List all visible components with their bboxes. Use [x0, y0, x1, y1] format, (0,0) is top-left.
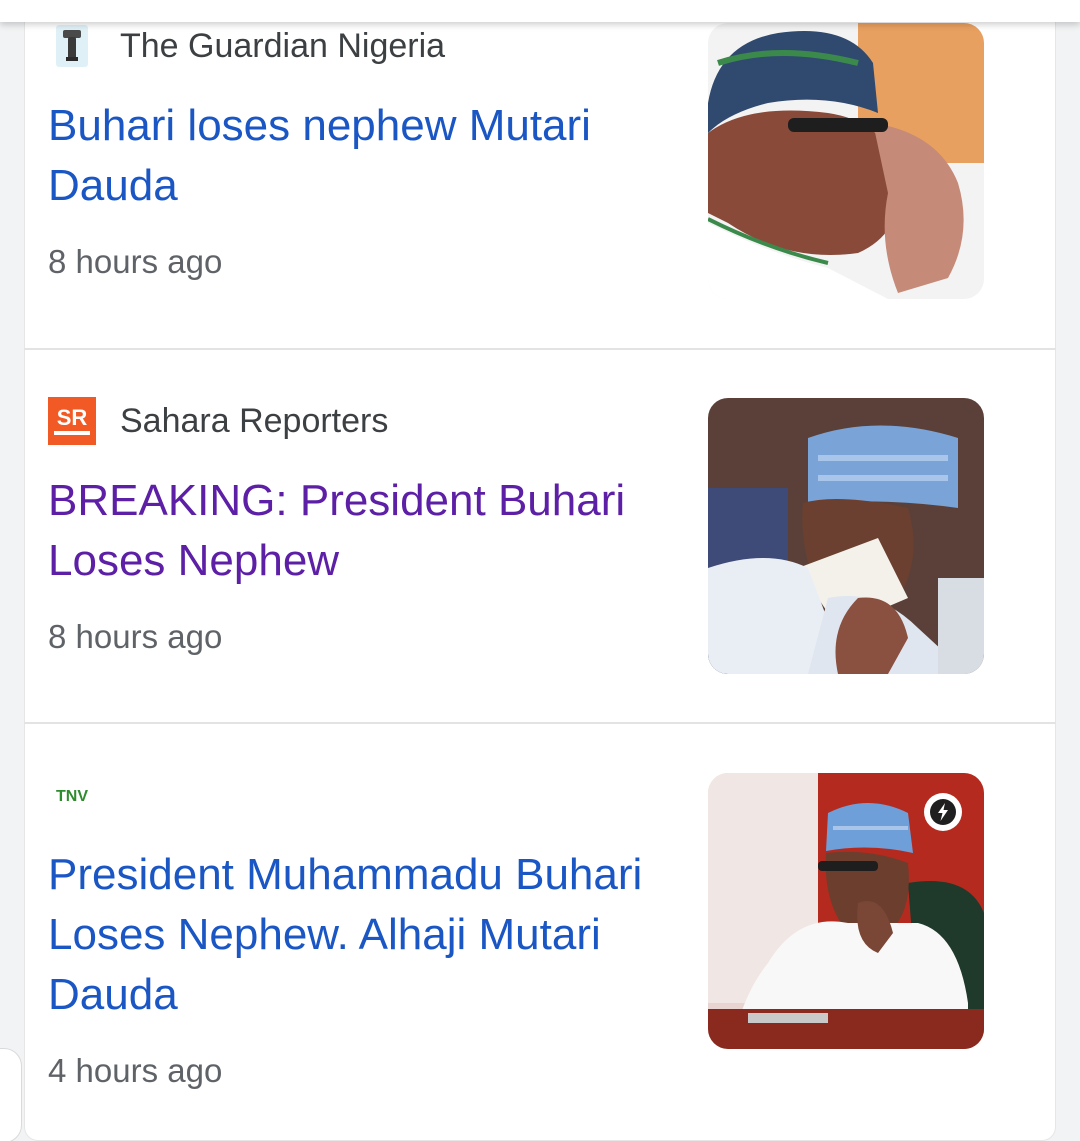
svg-text:TNV: TNV: [56, 788, 88, 805]
news-source-1: The Guardian Nigeria: [48, 22, 445, 70]
tnv-logo: TNV: [48, 771, 96, 819]
lightning-bolt-icon: [924, 793, 962, 831]
article-thumbnail[interactable]: [708, 398, 984, 674]
side-edge-handle[interactable]: [0, 1048, 22, 1141]
source-name: Sahara Reporters: [120, 401, 389, 440]
svg-text:SR: SR: [57, 405, 88, 430]
guardian-torch-icon: [48, 22, 96, 70]
source-name: The Guardian Nigeria: [120, 26, 446, 65]
top-app-bar-edge: [0, 0, 1080, 22]
sahara-reporters-logo: SR: [48, 397, 96, 445]
article-headline-link[interactable]: President Muhammadu Buhari Loses Nephew.…: [48, 845, 668, 1025]
article-thumbnail[interactable]: [708, 773, 984, 1049]
article-timestamp: 8 hours ago: [48, 243, 223, 280]
article-timestamp: 8 hours ago: [48, 618, 223, 655]
article-headline-link[interactable]: Buhari loses nephew Mutari Dauda: [48, 96, 668, 216]
news-source-2: SR Sahara Reporters: [48, 397, 388, 445]
article-headline-link[interactable]: BREAKING: President Buhari Loses Nephew: [48, 471, 668, 591]
article-timestamp: 4 hours ago: [48, 1052, 223, 1089]
article-thumbnail[interactable]: [708, 23, 984, 299]
news-source-3: TNV: [48, 771, 120, 819]
news-results-page: The Guardian Nigeria Buhari loses nephew…: [0, 0, 1080, 1141]
